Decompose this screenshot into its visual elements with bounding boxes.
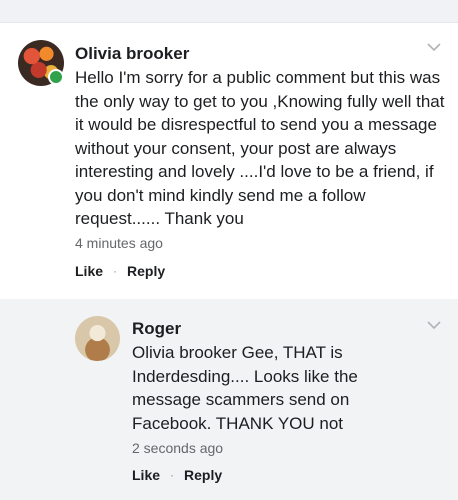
comment-roger: Roger Olivia brooker Gee, THAT is Inderd…	[0, 299, 458, 500]
comment-author[interactable]: Olivia brooker	[75, 44, 189, 64]
like-button[interactable]: Like	[132, 467, 160, 483]
comment-text: Olivia brooker Gee, THAT is Inderdesding…	[132, 343, 358, 433]
comment-actions: Like · Reply	[75, 263, 165, 279]
action-separator: ·	[113, 264, 118, 278]
feed-top-divider	[0, 0, 458, 23]
reply-button[interactable]: Reply	[127, 263, 165, 279]
chevron-down-icon[interactable]	[427, 321, 441, 330]
comment-author[interactable]: Roger	[132, 319, 181, 339]
comment-timestamp: 4 minutes ago	[75, 235, 163, 251]
online-status-dot	[48, 69, 64, 85]
action-separator: ·	[170, 468, 175, 482]
comment-olivia: Olivia brooker Hello I'm sorry for a pub…	[0, 23, 458, 299]
avatar[interactable]	[75, 316, 120, 361]
comment-text: Hello I'm sorry for a public comment but…	[75, 68, 445, 228]
comment-timestamp: 2 seconds ago	[132, 440, 224, 456]
comment-actions: Like · Reply	[132, 467, 222, 483]
like-button[interactable]: Like	[75, 263, 103, 279]
reply-button[interactable]: Reply	[184, 467, 222, 483]
chevron-down-icon[interactable]	[427, 43, 441, 52]
